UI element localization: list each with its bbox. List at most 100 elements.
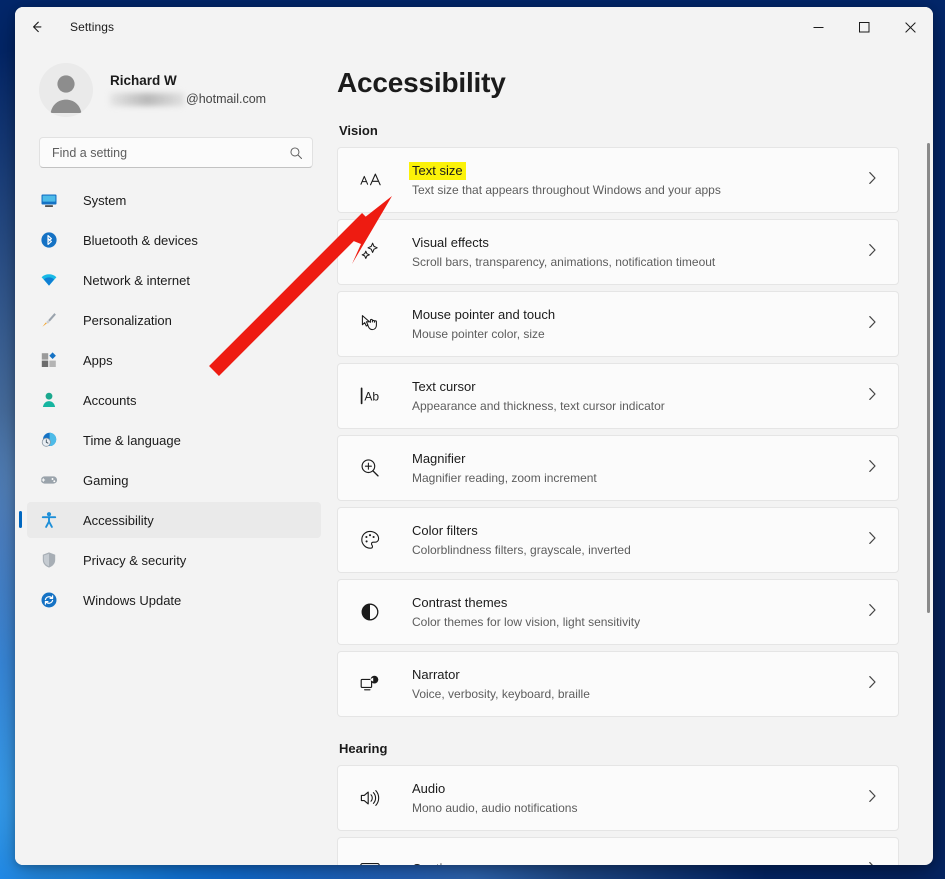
card-subtitle: Colorblindness filters, grayscale, inver…	[412, 543, 867, 558]
card-narrator[interactable]: Narrator Voice, verbosity, keyboard, bra…	[337, 651, 899, 717]
card-mouse-pointer-and-touch[interactable]: Mouse pointer and touch Mouse pointer co…	[337, 291, 899, 357]
chevron-right-icon	[867, 315, 882, 334]
card-text: Mouse pointer and touch Mouse pointer co…	[412, 306, 867, 342]
bluetooth-icon	[39, 230, 59, 250]
main-content: Accessibility Vision Text size Text size…	[333, 47, 933, 865]
card-subtitle: Mouse pointer color, size	[412, 327, 867, 342]
section-label-vision: Vision	[339, 123, 899, 138]
chevron-right-icon	[867, 459, 882, 478]
paintbrush-icon	[39, 310, 59, 330]
account-card[interactable]: Richard W @hotmail.com	[25, 47, 321, 129]
sidebar-item-privacy-security[interactable]: Privacy & security	[27, 542, 321, 578]
magnifier-icon	[358, 456, 382, 480]
monitor-icon	[39, 190, 59, 210]
card-text-cursor[interactable]: Ab Text cursor Appearance and thickness,…	[337, 363, 899, 429]
card-text: Magnifier Magnifier reading, zoom increm…	[412, 450, 867, 486]
card-title: Text size	[409, 162, 466, 180]
window-controls	[795, 7, 933, 47]
minimize-icon	[813, 22, 824, 33]
sidebar-item-time-language[interactable]: Time & language	[27, 422, 321, 458]
card-title: Text cursor	[412, 379, 476, 395]
text-size-icon	[358, 168, 382, 192]
sidebar-item-system[interactable]: System	[27, 182, 321, 218]
color-palette-icon	[358, 528, 382, 552]
card-subtitle: Scroll bars, transparency, animations, n…	[412, 255, 867, 270]
sidebar-item-accounts[interactable]: Accounts	[27, 382, 321, 418]
apps-grid-icon	[39, 350, 59, 370]
section-label-hearing: Hearing	[339, 741, 899, 756]
chevron-right-icon	[867, 531, 882, 550]
sidebar-item-apps[interactable]: Apps	[27, 342, 321, 378]
card-title: Narrator	[412, 667, 460, 683]
card-text: Visual effects Scroll bars, transparency…	[412, 234, 867, 270]
update-refresh-icon	[39, 590, 59, 610]
chevron-right-icon	[867, 861, 882, 866]
sidebar-item-label: Time & language	[83, 433, 181, 448]
sidebar-item-bluetooth-devices[interactable]: Bluetooth & devices	[27, 222, 321, 258]
card-title: Visual effects	[412, 235, 489, 251]
contrast-circle-icon	[358, 600, 382, 624]
search-input[interactable]	[52, 146, 289, 160]
chevron-right-icon	[867, 171, 882, 190]
card-subtitle: Appearance and thickness, text cursor in…	[412, 399, 867, 414]
sidebar-item-label: Personalization	[83, 313, 172, 328]
card-title: Mouse pointer and touch	[412, 307, 555, 323]
chevron-right-icon	[867, 243, 882, 262]
close-button[interactable]	[887, 7, 933, 47]
sidebar-item-gaming[interactable]: Gaming	[27, 462, 321, 498]
sidebar-item-personalization[interactable]: Personalization	[27, 302, 321, 338]
captions-icon	[358, 858, 382, 865]
search-icon	[289, 146, 303, 160]
card-title: Audio	[412, 781, 445, 797]
sidebar-item-accessibility[interactable]: Accessibility	[27, 502, 321, 538]
close-icon	[905, 22, 916, 33]
card-audio[interactable]: Audio Mono audio, audio notifications	[337, 765, 899, 831]
sidebar-item-network-internet[interactable]: Network & internet	[27, 262, 321, 298]
sidebar-item-windows-update[interactable]: Windows Update	[27, 582, 321, 618]
scrollbar-thumb[interactable]	[927, 143, 930, 613]
card-text: Contrast themes Color themes for low vis…	[412, 594, 867, 630]
card-title: Contrast themes	[412, 595, 507, 611]
card-title: Captions	[412, 861, 463, 866]
card-visual-effects[interactable]: Visual effects Scroll bars, transparency…	[337, 219, 899, 285]
card-subtitle: Voice, verbosity, keyboard, braille	[412, 687, 867, 702]
page-title: Accessibility	[337, 67, 899, 99]
card-text: Text cursor Appearance and thickness, te…	[412, 378, 867, 414]
accessibility-person-icon	[39, 510, 59, 530]
card-captions[interactable]: Captions	[337, 837, 899, 865]
person-icon	[39, 63, 93, 117]
minimize-button[interactable]	[795, 7, 841, 47]
shield-icon	[39, 550, 59, 570]
chevron-right-icon	[867, 789, 882, 808]
sidebar-item-label: Gaming	[83, 473, 129, 488]
sidebar-item-label: Network & internet	[83, 273, 190, 288]
search-box[interactable]	[39, 137, 313, 168]
chevron-right-icon	[867, 387, 882, 406]
maximize-icon	[859, 22, 870, 33]
card-contrast-themes[interactable]: Contrast themes Color themes for low vis…	[337, 579, 899, 645]
card-title: Magnifier	[412, 451, 465, 467]
text-cursor-icon: Ab	[358, 384, 382, 408]
card-magnifier[interactable]: Magnifier Magnifier reading, zoom increm…	[337, 435, 899, 501]
clock-globe-icon	[39, 430, 59, 450]
speaker-icon	[358, 786, 382, 810]
card-color-filters[interactable]: Color filters Colorblindness filters, gr…	[337, 507, 899, 573]
card-text: Captions	[412, 860, 867, 866]
card-subtitle: Text size that appears throughout Window…	[412, 183, 867, 198]
title-bar: Settings	[15, 7, 933, 47]
maximize-button[interactable]	[841, 7, 887, 47]
narrator-icon	[358, 672, 382, 696]
account-name: Richard W	[110, 72, 266, 90]
back-button[interactable]	[20, 10, 54, 44]
sidebar: Richard W @hotmail.com	[15, 47, 333, 865]
scrollbar[interactable]	[927, 99, 930, 865]
sparkle-icon	[358, 240, 382, 264]
sidebar-item-label: System	[83, 193, 126, 208]
window-title: Settings	[70, 20, 114, 34]
card-text-size[interactable]: Text size Text size that appears through…	[337, 147, 899, 213]
card-text: Narrator Voice, verbosity, keyboard, bra…	[412, 666, 867, 702]
redacted-email-part	[110, 93, 184, 106]
person-icon	[39, 390, 59, 410]
svg-text:Ab: Ab	[364, 390, 379, 404]
gamepad-icon	[39, 470, 59, 490]
